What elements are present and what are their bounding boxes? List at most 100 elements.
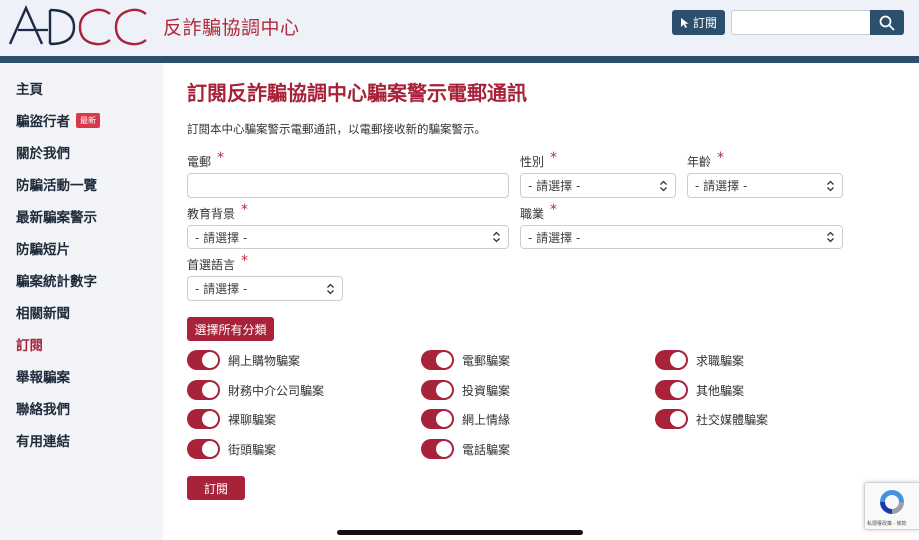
page-title: 訂閱反詐騙協調中心騙案警示電郵通訊 — [187, 81, 527, 105]
page-intro: 訂閱本中心騙案警示電郵通訊，以電郵接收新的騙案警示。 — [187, 122, 486, 136]
sidebar-item-news[interactable]: 相關新聞 — [16, 302, 70, 322]
toggle-switch[interactable] — [187, 439, 220, 459]
category-label: 求職騙案 — [696, 353, 745, 368]
gender-select[interactable]: - 請選擇 - — [520, 173, 676, 198]
category-label: 街頭騙案 — [228, 442, 277, 457]
cursor-icon — [680, 17, 689, 28]
category-toggle-investment[interactable]: 投資騙案 — [421, 380, 510, 400]
sidebar-item-subscribe[interactable]: 訂閱 — [16, 334, 43, 354]
sidebar-item-scam-walkers[interactable]: 騙盜行者 最新 — [16, 110, 100, 130]
category-toggle-social-media[interactable]: 社交媒體騙案 — [655, 409, 768, 429]
chevron-updown-icon — [827, 231, 834, 243]
category-toggle-finance-agency[interactable]: 財務中介公司騙案 — [187, 380, 324, 400]
category-toggle-job[interactable]: 求職騙案 — [655, 350, 744, 370]
required-mark: * — [550, 202, 558, 218]
toggle-switch[interactable] — [421, 439, 454, 459]
required-mark: * — [550, 150, 558, 166]
sidebar-item-alerts[interactable]: 最新騙案警示 — [16, 206, 97, 226]
sidebar-item-events[interactable]: 防騙活動一覽 — [16, 174, 97, 194]
toggle-switch[interactable] — [187, 350, 220, 370]
site-subtitle: 反詐騙協調中心 — [163, 17, 300, 39]
category-toggle-other[interactable]: 其他騙案 — [655, 380, 744, 400]
category-toggle-street[interactable]: 街頭騙案 — [187, 439, 276, 459]
header-subscribe-label: 訂閱 — [692, 16, 717, 30]
required-mark: * — [717, 150, 725, 166]
category-label: 電郵騙案 — [462, 353, 511, 368]
age-select-value: - 請選擇 - — [695, 179, 748, 193]
category-toggle-phone[interactable]: 電話騙案 — [421, 439, 510, 459]
toggle-switch[interactable] — [187, 409, 220, 429]
email-field[interactable] — [187, 173, 509, 198]
sidebar-item-label: 舉報騙案 — [16, 370, 70, 386]
sidebar-item-videos[interactable]: 防騙短片 — [16, 238, 70, 258]
education-label: 教育背景 * — [187, 202, 249, 221]
recaptcha-badge[interactable]: 私隱權政策 - 條款 — [864, 482, 919, 530]
occupation-label: 職業 * — [520, 202, 558, 221]
sidebar-item-label: 主頁 — [16, 82, 43, 98]
sidebar-item-label: 關於我們 — [16, 146, 70, 162]
education-select[interactable]: - 請選擇 - — [187, 225, 509, 249]
toggle-switch[interactable] — [655, 409, 688, 429]
header-subscribe-button[interactable]: 訂閱 — [672, 10, 725, 35]
sidebar-item-label: 騙案統計數字 — [16, 274, 97, 290]
category-label: 財務中介公司騙案 — [228, 383, 325, 398]
recaptcha-icon — [880, 490, 904, 514]
search-button[interactable] — [870, 10, 904, 35]
select-all-button[interactable]: 選擇所有分類 — [187, 317, 274, 341]
toggle-switch[interactable] — [421, 380, 454, 400]
required-mark: * — [217, 150, 225, 166]
home-indicator — [337, 530, 583, 535]
search-input[interactable] — [731, 10, 871, 35]
sidebar-item-label: 有用連結 — [16, 434, 70, 450]
toggle-switch[interactable] — [187, 380, 220, 400]
email-label: 電郵 * — [187, 150, 225, 169]
sidebar-item-home[interactable]: 主頁 — [16, 78, 43, 98]
category-toggle-email[interactable]: 電郵騙案 — [421, 350, 510, 370]
category-label: 電話騙案 — [462, 442, 511, 457]
language-select[interactable]: - 請選擇 - — [187, 276, 343, 301]
age-select[interactable]: - 請選擇 - — [687, 173, 843, 198]
occupation-select-value: - 請選擇 - — [528, 230, 581, 245]
gender-label: 性別 * — [520, 150, 558, 169]
toggle-switch[interactable] — [655, 380, 688, 400]
language-label: 首選語言 * — [187, 253, 249, 272]
adcc-logo[interactable] — [8, 4, 150, 48]
category-label: 裸聊騙案 — [228, 412, 277, 427]
toggle-switch[interactable] — [421, 350, 454, 370]
site-header: 反詐騙協調中心 訂閱 — [0, 0, 919, 56]
required-mark: * — [241, 202, 249, 218]
category-toggle-naked-chat[interactable]: 裸聊騙案 — [187, 409, 276, 429]
gender-select-value: - 請選擇 - — [528, 179, 581, 193]
toggle-switch[interactable] — [655, 350, 688, 370]
new-badge: 最新 — [76, 112, 100, 128]
age-label: 年齡 * — [687, 150, 725, 169]
category-toggle-romance[interactable]: 網上情緣 — [421, 409, 510, 429]
chevron-updown-icon — [327, 283, 334, 294]
header-divider — [0, 56, 919, 63]
sidebar-item-label: 防騙短片 — [16, 242, 70, 258]
category-label: 其他騙案 — [696, 383, 745, 398]
search-icon — [879, 15, 895, 30]
language-select-value: - 請選擇 - — [195, 282, 248, 296]
category-toggle-online-shopping[interactable]: 網上購物騙案 — [187, 350, 300, 370]
sidebar-item-label: 騙盜行者 — [16, 114, 70, 130]
subscribe-submit-button[interactable]: 訂閱 — [187, 476, 245, 500]
category-label: 社交媒體騙案 — [696, 412, 769, 427]
sidebar-item-label: 相關新聞 — [16, 306, 70, 322]
category-label: 網上購物騙案 — [228, 353, 301, 368]
education-select-value: - 請選擇 - — [195, 230, 248, 245]
category-label: 網上情緣 — [462, 412, 511, 427]
sidebar-item-label: 聯絡我們 — [16, 402, 70, 418]
sidebar-item-links[interactable]: 有用連結 — [16, 430, 70, 450]
chevron-updown-icon — [827, 180, 834, 191]
sidebar-item-report[interactable]: 舉報騙案 — [16, 366, 70, 386]
occupation-select[interactable]: - 請選擇 - — [520, 225, 843, 249]
sidebar-item-contact[interactable]: 聯絡我們 — [16, 398, 70, 418]
toggle-switch[interactable] — [421, 409, 454, 429]
sidebar-item-about[interactable]: 關於我們 — [16, 142, 70, 162]
required-mark: * — [241, 253, 249, 269]
recaptcha-terms[interactable]: 私隱權政策 - 條款 — [867, 520, 906, 527]
chevron-updown-icon — [493, 231, 500, 243]
sidebar-item-label: 防騙活動一覽 — [16, 178, 97, 194]
sidebar-item-statistics[interactable]: 騙案統計數字 — [16, 270, 97, 290]
